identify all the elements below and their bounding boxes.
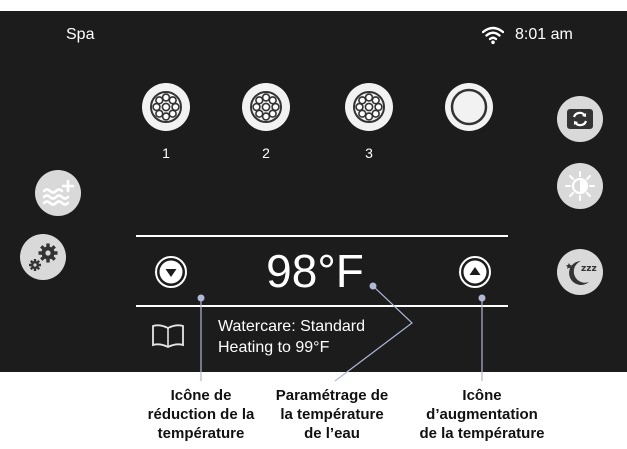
brightness-icon [565, 171, 595, 201]
sleep-icon: zzz [566, 261, 597, 285]
jet-button-2[interactable] [242, 83, 290, 131]
divider-bottom [136, 305, 508, 307]
jet-label-1: 1 [162, 145, 170, 161]
jet-button-3[interactable] [345, 83, 393, 131]
triangle-down-icon [159, 260, 183, 284]
refresh-icon [567, 109, 593, 129]
clock: 8:01 am [515, 26, 573, 43]
jet-label-3: 3 [365, 145, 373, 161]
water-add-button[interactable] [35, 170, 81, 216]
svg-text:zzz: zzz [581, 264, 597, 274]
jet-label-2: 2 [262, 145, 270, 161]
watercare-status: Watercare: Standard [218, 318, 366, 335]
wifi-icon [481, 25, 505, 45]
light-ring-icon [450, 88, 488, 126]
water-add-icon [42, 179, 75, 206]
temperature-setting[interactable]: 98°F [230, 243, 400, 299]
book-icon[interactable] [150, 323, 186, 349]
refresh-button[interactable] [557, 96, 603, 142]
settings-button[interactable] [20, 234, 66, 280]
jet-icon [353, 91, 385, 123]
settings-gears-icon [29, 243, 58, 271]
triangle-up-icon [463, 260, 487, 284]
caption-increase-temperature: Icône d’augmentation de la température [419, 387, 545, 442]
jet-button-1[interactable] [142, 83, 190, 131]
brightness-button[interactable] [557, 163, 603, 209]
sleep-button[interactable]: zzz [557, 249, 603, 295]
temperature-down-button[interactable] [155, 256, 187, 288]
jet-icon [150, 91, 182, 123]
jet-icon [250, 91, 282, 123]
light-ring-button[interactable] [445, 83, 493, 131]
spa-title: Spa [66, 26, 95, 43]
temperature-up-button[interactable] [459, 256, 491, 288]
divider-top [136, 235, 508, 237]
heating-status: Heating to 99°F [218, 339, 330, 356]
